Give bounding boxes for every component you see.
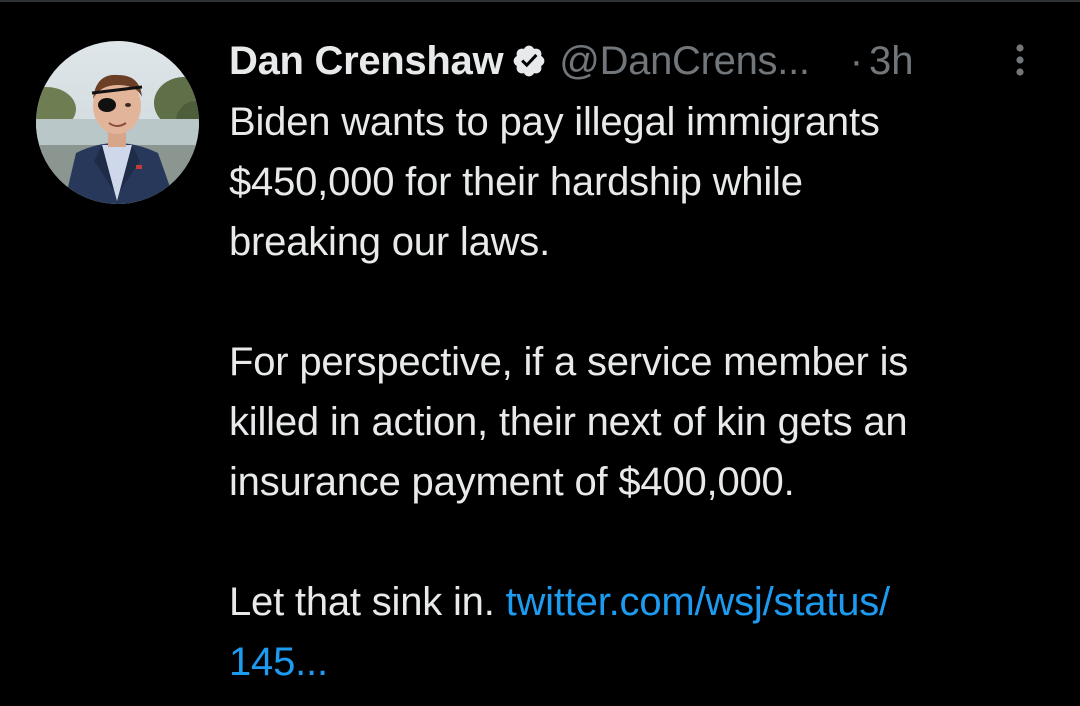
tweet-line: 145... (229, 632, 1049, 692)
tweet-content: Dan Crenshaw @DanCrens... · 3h Biden wan… (229, 34, 1049, 692)
verified-badge-icon (511, 43, 547, 79)
tweet-line: For perspective, if a service member is (229, 340, 909, 384)
tweet-line: breaking our laws. (229, 220, 551, 264)
tweet-line: insurance payment of $400,000. (229, 460, 795, 504)
divider (0, 0, 1080, 2)
separator: · (849, 38, 864, 83)
tweet-link[interactable]: twitter.com/wsj/status/ (506, 580, 891, 624)
tweet-header: Dan Crenshaw @DanCrens... · 3h (229, 34, 1049, 88)
author-handle[interactable]: @DanCrens... (559, 39, 810, 84)
tweet-line: Let that sink in. twitter.com/wsj/status… (229, 572, 1049, 632)
more-vertical-icon[interactable] (1010, 40, 1030, 80)
tweet-text: Biden wants to pay illegal immigrants $4… (229, 92, 1049, 692)
tweet-line: $450,000 for their hardship while (229, 160, 803, 204)
author-name[interactable]: Dan Crenshaw (229, 39, 504, 84)
avatar[interactable] (36, 41, 199, 204)
tweet-line-text: Let that sink in. (229, 580, 506, 624)
tweet-line: killed in action, their next of kin gets… (229, 400, 908, 444)
tweet-line: Biden wants to pay illegal immigrants (229, 100, 880, 144)
tweet-link-continued[interactable]: 145... (229, 640, 328, 684)
timestamp[interactable]: 3h (869, 39, 914, 84)
tweet[interactable]: Dan Crenshaw @DanCrens... · 3h Biden wan… (0, 0, 1080, 706)
avatar-photo (36, 41, 199, 204)
